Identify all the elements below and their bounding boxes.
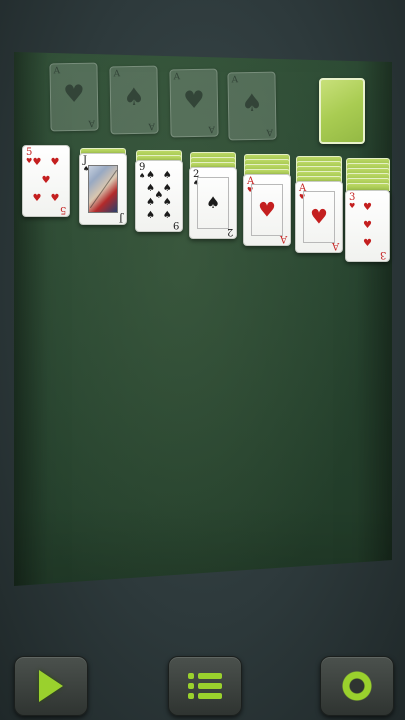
heart-icon: ♥ — [310, 204, 328, 229]
spade-icon: ♠ — [122, 82, 145, 112]
foundation-pile-4[interactable]: A ♠ A — [227, 71, 277, 141]
heart-icon: ♥ — [258, 197, 276, 222]
foundation-pile-3[interactable]: A ♥ A — [169, 68, 219, 138]
jack-portrait — [88, 165, 118, 213]
tableau-card-col3[interactable]: 9 ♠ ♠ ♠ ♠ ♠ ♠ ♠ ♠ ♠ ♠ 9 — [135, 160, 183, 232]
play-icon — [39, 670, 63, 702]
settings-button[interactable] — [320, 656, 394, 716]
tableau-card-col7[interactable]: 3 ♥ ♥ ♥ ♥ 3 — [345, 190, 390, 262]
spade-icon: ♠ — [240, 88, 263, 118]
foundation-pile-2[interactable]: A ♠ A — [109, 65, 159, 135]
heart-icon: ♥ — [182, 85, 205, 115]
stock-pile[interactable] — [319, 78, 365, 144]
tableau-card-col4[interactable]: 2 ♠ ♠ 2 — [189, 167, 237, 239]
game-table: A ♥ A A ♠ A A ♥ A A ♠ A 5 ♥ ♥ ♥ ♥ ♥ ♥ 5 … — [0, 0, 405, 720]
tableau-card-col5[interactable]: A ♥ ♥ A — [243, 174, 291, 246]
tableau-card-col6[interactable]: A ♥ ♥ A — [295, 181, 343, 253]
menu-button[interactable] — [168, 656, 242, 716]
tableau-card-col2[interactable]: J ♠ J — [79, 153, 127, 225]
spade-icon: ♠ — [205, 193, 221, 213]
heart-icon: ♥ — [62, 79, 85, 109]
gear-icon — [340, 669, 374, 703]
foundation-pile-1[interactable]: A ♥ A — [49, 62, 99, 132]
tableau-card-col1[interactable]: 5 ♥ ♥ ♥ ♥ ♥ ♥ 5 — [22, 145, 70, 217]
play-button[interactable] — [14, 656, 88, 716]
menu-icon — [188, 673, 222, 699]
